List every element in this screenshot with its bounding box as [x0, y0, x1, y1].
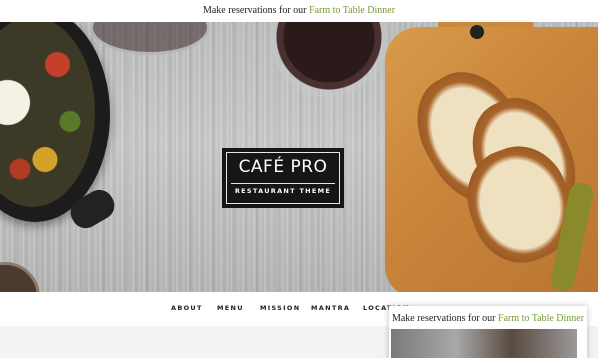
popup-link[interactable]: Farm to Table Dinner — [498, 313, 584, 324]
logo-title: CAFÉ PRO — [238, 157, 328, 177]
farm-to-table-link[interactable]: Farm to Table Dinner — [309, 5, 395, 16]
nav-item-menu[interactable]: MENU — [217, 304, 244, 312]
hero-image: CAFÉ PRO RESTAURANT THEME — [0, 22, 598, 292]
site-logo[interactable]: CAFÉ PRO RESTAURANT THEME — [222, 148, 344, 208]
board-hole — [470, 25, 484, 39]
announcement-bar: Make reservations for our Farm to Table … — [0, 0, 598, 22]
popup-text: Make reservations for our Farm to Table … — [389, 313, 587, 324]
popup-prefix: Make reservations for our — [391, 313, 496, 324]
logo-subtitle: RESTAURANT THEME — [234, 187, 332, 195]
nav-item-mission[interactable]: MISSION — [260, 304, 300, 312]
reservation-popup[interactable]: Make reservations for our Farm to Table … — [389, 306, 587, 358]
nav-item-mantra[interactable]: MANTRA — [311, 304, 350, 312]
logo-divider — [231, 183, 335, 184]
nav-item-about[interactable]: ABOUT — [171, 304, 203, 312]
popup-thumbnail — [391, 329, 577, 358]
announcement-text: Make reservations for our — [202, 5, 307, 16]
